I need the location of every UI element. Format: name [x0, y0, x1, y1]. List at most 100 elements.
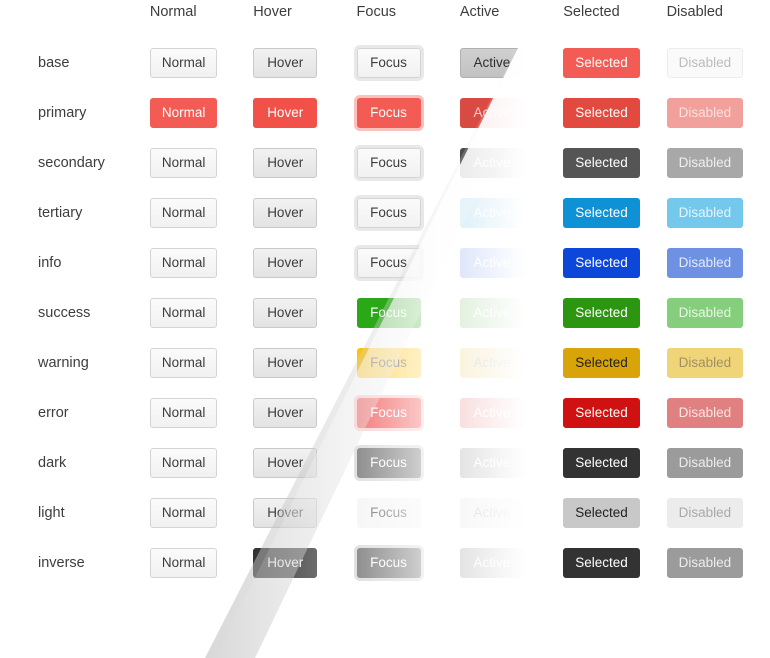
cell-primary-hover: Hover — [253, 88, 356, 138]
cell-secondary-focus: Focus — [356, 138, 460, 188]
button-secondary-normal[interactable]: Normal — [149, 148, 218, 178]
button-dark-hover[interactable]: Hover — [253, 448, 318, 478]
button-inverse-active[interactable]: Active — [459, 548, 524, 578]
column-header-disabled: Disabled — [666, 4, 723, 20]
button-base-disabled: Disabled — [666, 48, 744, 78]
button-tertiary-normal[interactable]: Normal — [149, 198, 218, 228]
button-secondary-focus[interactable]: Focus — [356, 148, 421, 178]
cell-light-hover: Hover — [253, 488, 356, 538]
button-base-hover[interactable]: Hover — [253, 48, 318, 78]
table-row: dark Normal Hover Focus Active Selected Disabl… — [0, 438, 770, 488]
cell-error-selected: Selected — [563, 388, 666, 438]
cell-primary-disabled: Disabled — [666, 88, 770, 138]
button-dark-focus[interactable]: Focus — [356, 448, 421, 478]
cell-secondary-normal: Normal — [149, 138, 253, 188]
button-info-active[interactable]: Active — [459, 248, 524, 278]
button-success-focus[interactable]: Focus — [356, 298, 421, 328]
button-success-normal[interactable]: Normal — [149, 298, 218, 328]
cell-tertiary-selected: Selected — [563, 188, 666, 238]
button-error-focus[interactable]: Focus — [356, 398, 421, 428]
button-success-selected[interactable]: Selected — [563, 298, 640, 328]
button-tertiary-hover[interactable]: Hover — [253, 198, 318, 228]
button-base-active[interactable]: Active — [459, 48, 524, 78]
column-header-selected: Selected — [563, 4, 620, 20]
button-base-focus[interactable]: Focus — [356, 48, 421, 78]
table-row: tertiary Normal Hover Focus Active Selected Di… — [0, 188, 770, 238]
cell-primary-selected: Selected — [563, 88, 666, 138]
button-warning-normal[interactable]: Normal — [149, 348, 218, 378]
button-error-hover[interactable]: Hover — [253, 398, 318, 428]
cell-inverse-selected: Selected — [563, 538, 666, 588]
cell-base-focus: Focus — [356, 38, 460, 88]
table-row: light Normal Hover Focus Active Selected Disab… — [0, 488, 770, 538]
button-error-active[interactable]: Active — [459, 398, 524, 428]
cell-inverse-normal: Normal — [149, 538, 253, 588]
button-inverse-focus[interactable]: Focus — [356, 548, 421, 578]
button-warning-selected[interactable]: Selected — [563, 348, 640, 378]
button-tertiary-selected[interactable]: Selected — [563, 198, 640, 228]
button-light-normal[interactable]: Normal — [149, 498, 218, 528]
row-label-light: light — [38, 505, 65, 521]
button-light-selected[interactable]: Selected — [563, 498, 640, 528]
cell-tertiary-disabled: Disabled — [666, 188, 770, 238]
button-warning-hover[interactable]: Hover — [253, 348, 318, 378]
button-tertiary-focus[interactable]: Focus — [356, 198, 421, 228]
cell-success-normal: Normal — [149, 288, 253, 338]
button-success-active[interactable]: Active — [459, 298, 524, 328]
cell-error-hover: Hover — [253, 388, 356, 438]
button-state-matrix-table: Normal Hover Focus Active Selected Disabled b… — [0, 0, 770, 588]
button-inverse-normal[interactable]: Normal — [149, 548, 218, 578]
button-tertiary-active[interactable]: Active — [459, 198, 524, 228]
button-inverse-selected[interactable]: Selected — [563, 548, 640, 578]
button-inverse-hover[interactable]: Hover — [253, 548, 318, 578]
row-label-warning: warning — [38, 355, 89, 371]
button-error-disabled: Disabled — [666, 398, 744, 428]
button-secondary-active[interactable]: Active — [459, 148, 524, 178]
button-base-normal[interactable]: Normal — [149, 48, 218, 78]
table-row: primary Normal Hover Focus Active Selected Dis… — [0, 88, 770, 138]
button-dark-selected[interactable]: Selected — [563, 448, 640, 478]
button-light-active[interactable]: Active — [459, 498, 524, 528]
button-primary-selected[interactable]: Selected — [563, 98, 640, 128]
cell-warning-selected: Selected — [563, 338, 666, 388]
cell-inverse-focus: Focus — [356, 538, 460, 588]
button-primary-focus[interactable]: Focus — [356, 98, 421, 128]
button-success-disabled: Disabled — [666, 298, 744, 328]
button-secondary-hover[interactable]: Hover — [253, 148, 318, 178]
row-label-base: base — [38, 55, 70, 71]
cell-warning-disabled: Disabled — [666, 338, 770, 388]
cell-secondary-hover: Hover — [253, 138, 356, 188]
cell-base-selected: Selected — [563, 38, 666, 88]
table-row: error Normal Hover Focus Active Selected Disab… — [0, 388, 770, 438]
cell-tertiary-active: Active — [459, 188, 563, 238]
button-error-normal[interactable]: Normal — [149, 398, 218, 428]
button-base-selected[interactable]: Selected — [563, 48, 640, 78]
button-secondary-selected[interactable]: Selected — [563, 148, 640, 178]
button-primary-active[interactable]: Active — [459, 98, 524, 128]
button-dark-active[interactable]: Active — [459, 448, 524, 478]
button-info-focus[interactable]: Focus — [356, 248, 421, 278]
cell-base-disabled: Disabled — [666, 38, 770, 88]
cell-base-active: Active — [459, 38, 563, 88]
button-light-focus[interactable]: Focus — [356, 498, 421, 528]
header-row: Normal Hover Focus Active Selected Disabled — [0, 0, 770, 38]
button-success-hover[interactable]: Hover — [253, 298, 318, 328]
cell-success-selected: Selected — [563, 288, 666, 338]
button-dark-normal[interactable]: Normal — [149, 448, 218, 478]
cell-info-focus: Focus — [356, 238, 460, 288]
button-primary-normal[interactable]: Normal — [149, 98, 218, 128]
button-primary-hover[interactable]: Hover — [253, 98, 318, 128]
table-row: inverse Normal Hover Focus Active Selected Dis… — [0, 538, 770, 588]
cell-inverse-disabled: Disabled — [666, 538, 770, 588]
row-label-dark: dark — [38, 455, 67, 471]
button-info-hover[interactable]: Hover — [253, 248, 318, 278]
button-info-normal[interactable]: Normal — [149, 248, 218, 278]
row-label-secondary: secondary — [38, 155, 105, 171]
button-error-selected[interactable]: Selected — [563, 398, 640, 428]
cell-warning-focus: Focus — [356, 338, 460, 388]
button-info-selected[interactable]: Selected — [563, 248, 640, 278]
button-warning-focus[interactable]: Focus — [356, 348, 421, 378]
button-info-disabled: Disabled — [666, 248, 744, 278]
button-warning-active[interactable]: Active — [459, 348, 524, 378]
button-light-hover[interactable]: Hover — [253, 498, 318, 528]
